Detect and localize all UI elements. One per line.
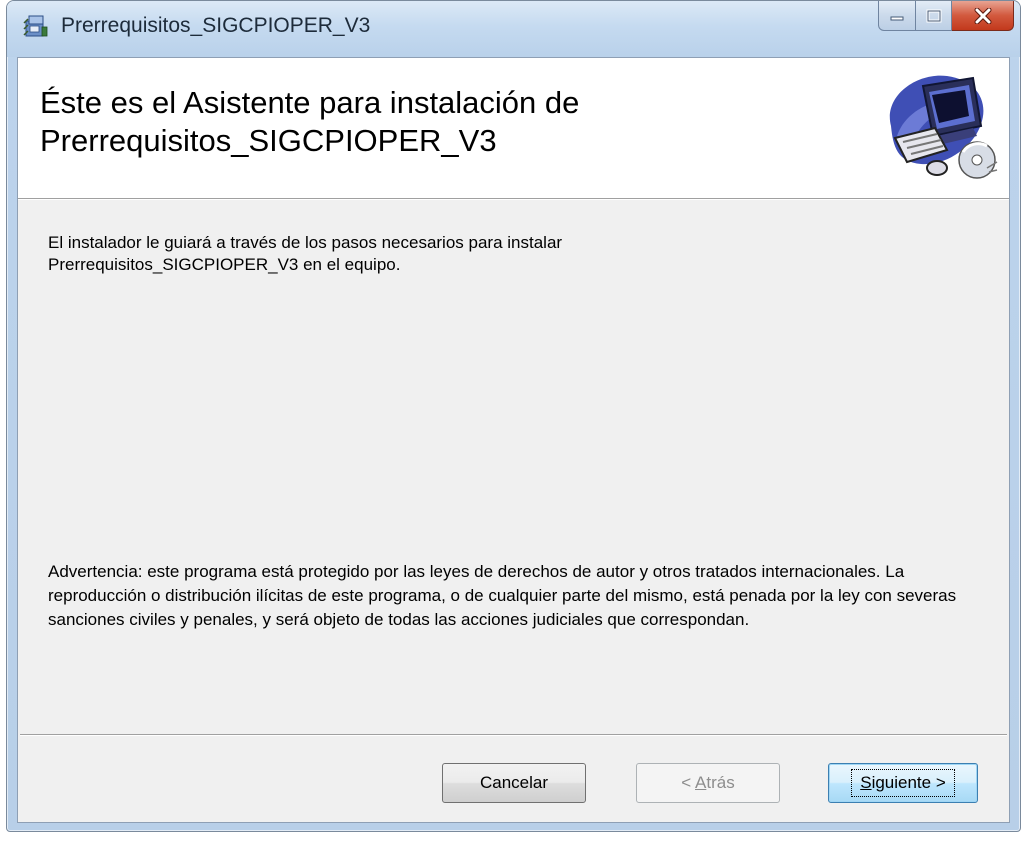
next-button-label: Siguiente > [851, 769, 955, 797]
computer-setup-icon [889, 75, 998, 179]
maximize-button[interactable] [916, 1, 952, 31]
back-accelerator: A [695, 773, 707, 792]
maximize-icon [926, 9, 941, 22]
back-label-rest: trás [706, 773, 735, 792]
installer-package-icon [23, 15, 48, 37]
close-button[interactable] [952, 1, 1014, 31]
close-icon [974, 7, 991, 24]
cancel-button-label: Cancelar [479, 773, 549, 792]
cancel-button[interactable]: Cancelar [442, 763, 586, 803]
caption-buttons [878, 1, 1014, 31]
title-bar[interactable]: Prerrequisitos_SIGCPIOPER_V3 [7, 1, 1020, 57]
wizard-client-area: Éste es el Asistente para instalación de… [17, 57, 1010, 823]
footer-divider [20, 734, 1007, 736]
intro-text: El instalador le guiará a través de los … [48, 233, 563, 274]
next-accelerator: S [860, 773, 872, 792]
window-title: Prerrequisitos_SIGCPIOPER_V3 [61, 14, 371, 37]
banner-divider [18, 199, 1009, 200]
next-button[interactable]: Siguiente > [828, 763, 978, 803]
minimize-button[interactable] [878, 1, 916, 31]
back-button[interactable]: < Atrás [636, 763, 780, 803]
minimize-icon [890, 16, 904, 20]
wizard-heading: Éste es el Asistente para instalación de… [40, 85, 580, 158]
next-label-rest: iguiente > [871, 773, 946, 792]
wizard-banner: Éste es el Asistente para instalación de… [18, 58, 1009, 199]
copyright-warning: Advertencia: este programa está protegid… [48, 562, 957, 629]
back-button-label: < Atrás [681, 773, 734, 793]
back-arrow-text: < [681, 773, 696, 792]
installer-window: Prerrequisitos_SIGCPIOPER_V3 Éste es el … [6, 0, 1021, 832]
